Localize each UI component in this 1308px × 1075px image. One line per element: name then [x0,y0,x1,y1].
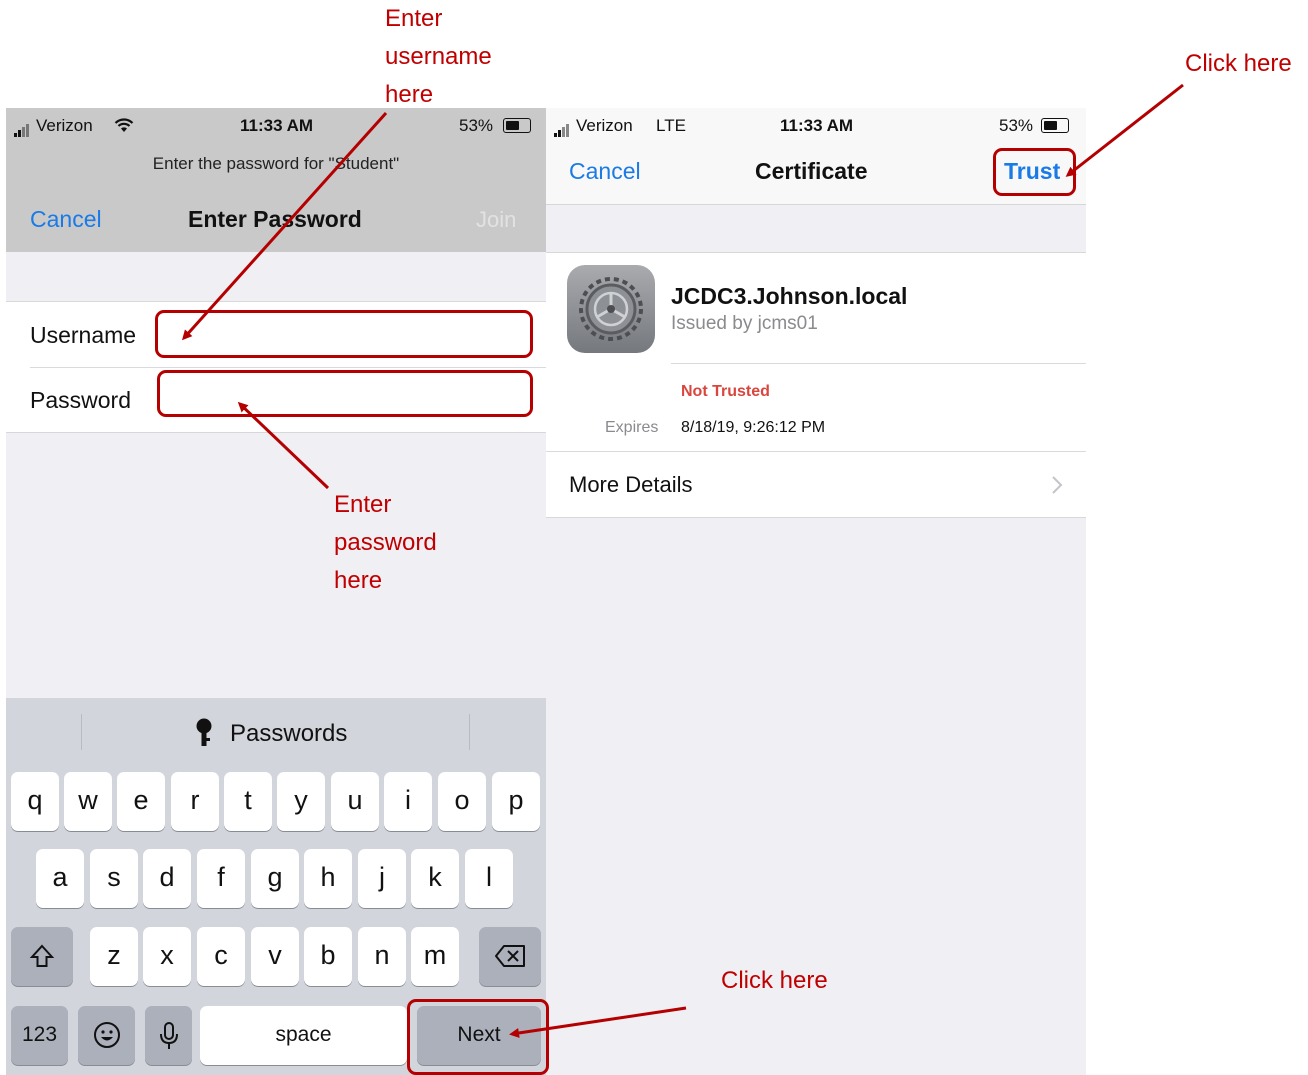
certificate-card: JCDC3.Johnson.local Issued by jcms01 Not… [546,252,1086,518]
status-time: 11:33 AM [780,116,854,135]
nav-header: Enter the password for "Student" Cancel … [6,144,546,252]
key-g[interactable]: g [251,849,299,908]
numbers-key[interactable]: 123 [11,1006,68,1065]
key-e[interactable]: e [117,772,165,831]
shift-key[interactable] [11,927,73,986]
join-button[interactable]: Join [476,207,516,233]
key-z[interactable]: z [90,927,138,986]
network-label: LTE [656,116,686,135]
signal-icon [554,116,570,137]
key-l[interactable]: l [465,849,513,908]
suggestion-divider [469,714,470,750]
backspace-icon [495,945,525,967]
page-title: Certificate [755,158,868,184]
username-label: Username [30,322,137,348]
backspace-key[interactable] [479,927,541,986]
row-divider [30,367,546,368]
key-m[interactable]: m [411,927,459,986]
username-annotation: Enter username here [385,0,492,114]
key-icon [196,718,212,746]
key-s[interactable]: s [90,849,138,908]
certificate-screen: Verizon LTE 11:33 AM 53% Cancel Certific… [546,108,1086,1075]
annotation-line: Enter [334,491,392,518]
key-r[interactable]: r [171,772,219,831]
carrier-label: Verizon [36,116,93,135]
not-trusted-label: Not Trusted [681,383,770,400]
key-d[interactable]: d [143,849,191,908]
password-annotation: Enter password here [334,486,437,600]
annotation-line: here [385,81,434,108]
more-details-label: More Details [569,472,693,497]
battery-icon [1041,118,1069,133]
password-highlight-box [157,370,533,417]
annotation-line: here [334,567,383,594]
key-x[interactable]: x [143,927,191,986]
key-n[interactable]: n [358,927,406,986]
shift-icon [29,944,55,967]
emoji-key[interactable] [78,1006,135,1065]
key-p[interactable]: p [492,772,540,831]
key-t[interactable]: t [224,772,272,831]
cancel-button[interactable]: Cancel [30,206,102,233]
key-w[interactable]: w [64,772,112,831]
key-y[interactable]: y [277,772,325,831]
key-a[interactable]: a [36,849,84,908]
space-key[interactable]: space [200,1006,407,1065]
key-f[interactable]: f [197,849,245,908]
signal-icon [14,116,30,137]
suggestion-bar: Passwords [6,698,546,766]
trust-highlight-box [993,148,1076,196]
username-highlight-box [155,310,533,358]
more-details-row[interactable]: More Details [546,452,1086,516]
key-j[interactable]: j [358,849,406,908]
cancel-button[interactable]: Cancel [569,158,641,185]
battery-percent: 53% [999,116,1034,135]
dictation-key[interactable] [145,1006,192,1065]
battery-icon [503,118,531,133]
key-b[interactable]: b [304,927,352,986]
key-c[interactable]: c [197,927,245,986]
key-o[interactable]: o [438,772,486,831]
key-k[interactable]: k [411,849,459,908]
password-label: Password [30,387,131,413]
next-annotation: Click here [721,967,828,994]
annotation-line: username [385,43,492,70]
passwords-label: Passwords [230,720,348,747]
suggestion-divider [81,714,82,750]
wifi-icon [114,118,134,132]
battery-percent: 53% [459,116,494,135]
key-h[interactable]: h [304,849,352,908]
key-v[interactable]: v [251,927,299,986]
password-prompt: Enter the password for "Student" [152,154,400,173]
key-i[interactable]: i [384,772,432,831]
certificate-issuer: Issued by jcms01 [671,313,818,334]
expires-value: 8/18/19, 9:26:12 PM [681,419,826,436]
card-divider [671,363,1086,364]
page-title: Enter Password [188,206,362,232]
key-u[interactable]: u [331,772,379,831]
wifi-password-screen: Verizon 11:33 AM 53% Enter the password … [6,108,546,1075]
next-highlight-box [407,999,549,1075]
annotation-line: password [334,529,437,556]
key-q[interactable]: q [11,772,59,831]
certificate-name: JCDC3.Johnson.local [671,283,908,309]
annotation-line: Enter [385,5,443,32]
expires-label: Expires [605,419,659,436]
status-bar: Verizon LTE 11:33 AM 53% [546,108,1086,144]
emoji-icon [93,1022,120,1048]
chevron-right-icon [1052,476,1063,494]
microphone-icon [159,1022,178,1049]
status-time: 11:33 AM [240,116,314,135]
carrier-label: Verizon [576,116,633,135]
trust-annotation: Click here [1185,50,1292,77]
settings-gear-icon [567,265,655,353]
